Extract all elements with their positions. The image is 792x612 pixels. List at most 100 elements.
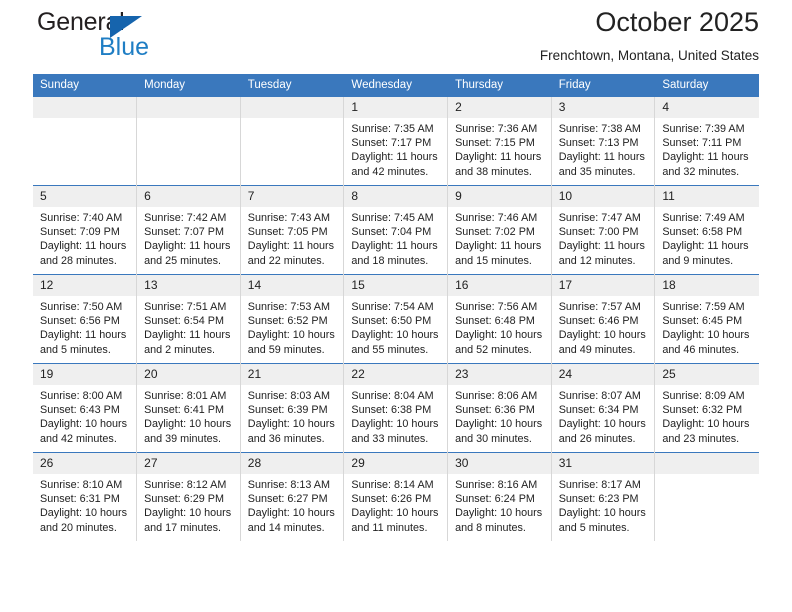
calendar-day-cell[interactable]: 29 Sunrise: 8:14 AM Sunset: 6:26 PM Dayligh…	[343, 452, 449, 541]
calendar-day-cell[interactable]: 14 Sunrise: 7:53 AM Sunset: 6:52 PM Dayligh…	[240, 274, 345, 364]
daylight-text-line1: Daylight: 11 hours	[558, 151, 645, 164]
calendar-day-cell[interactable]: 21 Sunrise: 8:03 AM Sunset: 6:39 PM Dayligh…	[240, 363, 345, 453]
calendar-day-cell[interactable]: 15 Sunrise: 7:54 AM Sunset: 6:50 PM Dayligh…	[343, 274, 449, 364]
day-info: Sunrise: 7:51 AM Sunset: 6:54 PM Daylight:…	[137, 296, 240, 357]
sunrise-text: Sunrise: 8:13 AM	[247, 479, 331, 491]
daylight-text-line2: and 11 minutes.	[351, 521, 428, 534]
calendar-day-cell[interactable]: 3 Sunrise: 7:38 AM Sunset: 7:13 PM Daylight…	[551, 96, 656, 186]
calendar-day-cell[interactable]: 26 Sunrise: 8:10 AM Sunset: 6:31 PM Dayligh…	[33, 452, 138, 541]
calendar-day-cell-empty	[654, 452, 759, 541]
calendar-day-cell[interactable]: 11 Sunrise: 7:49 AM Sunset: 6:58 PM Dayligh…	[654, 185, 759, 275]
daylight-text-line1: Daylight: 10 hours	[144, 507, 232, 520]
calendar-day-cell[interactable]: 17 Sunrise: 7:57 AM Sunset: 6:46 PM Dayligh…	[551, 274, 656, 364]
calendar-day-cell[interactable]: 22 Sunrise: 8:04 AM Sunset: 6:38 PM Dayligh…	[343, 363, 449, 453]
day-number: 17	[551, 275, 655, 296]
calendar-day-cell[interactable]: 31 Sunrise: 8:17 AM Sunset: 6:23 PM Dayligh…	[551, 452, 656, 541]
weekday-header-thursday: Thursday	[447, 74, 552, 97]
calendar-day-cell[interactable]: 20 Sunrise: 8:01 AM Sunset: 6:41 PM Dayligh…	[136, 363, 241, 453]
calendar-day-cell[interactable]: 19 Sunrise: 8:00 AM Sunset: 6:43 PM Dayligh…	[33, 363, 138, 453]
sunrise-text: Sunrise: 7:36 AM	[455, 123, 538, 135]
daylight-text-line2: and 28 minutes.	[40, 254, 117, 267]
calendar-day-cell[interactable]: 23 Sunrise: 8:06 AM Sunset: 6:36 PM Dayligh…	[447, 363, 552, 453]
daylight-text-line2: and 15 minutes.	[455, 254, 532, 267]
daylight-text-line2: and 2 minutes.	[144, 343, 215, 356]
calendar-day-cell[interactable]: 13 Sunrise: 7:51 AM Sunset: 6:54 PM Dayligh…	[136, 274, 241, 364]
day-info: Sunrise: 8:06 AM Sunset: 6:36 PM Daylight:…	[448, 385, 551, 446]
calendar-header-row: Sunday Monday Tuesday Wednesday Thursday Frid…	[33, 74, 759, 97]
sunrise-text: Sunrise: 7:56 AM	[455, 301, 538, 313]
sunrise-text: Sunrise: 7:40 AM	[40, 212, 123, 224]
calendar-day-cell[interactable]: 24 Sunrise: 8:07 AM Sunset: 6:34 PM Dayligh…	[551, 363, 656, 453]
sunrise-text: Sunrise: 7:51 AM	[144, 301, 227, 313]
calendar-day-cell[interactable]: 30 Sunrise: 8:16 AM Sunset: 6:24 PM Dayligh…	[447, 452, 552, 541]
daylight-text-line2: and 18 minutes.	[351, 254, 429, 267]
calendar-day-cell[interactable]: 12 Sunrise: 7:50 AM Sunset: 6:56 PM Dayligh…	[33, 274, 138, 364]
daylight-text-line2: and 22 minutes.	[247, 254, 325, 267]
daylight-text-line1: Daylight: 11 hours	[662, 151, 749, 164]
daylight-text-line1: Daylight: 11 hours	[144, 240, 231, 253]
sunset-text: Sunset: 7:09 PM	[40, 226, 120, 239]
sunset-text: Sunset: 6:32 PM	[662, 404, 743, 417]
daylight-text-line1: Daylight: 10 hours	[662, 418, 750, 431]
day-number: 23	[448, 364, 551, 385]
sunrise-text: Sunrise: 7:50 AM	[40, 301, 123, 313]
day-number: 24	[551, 364, 655, 385]
calendar-day-cell[interactable]: 25 Sunrise: 8:09 AM Sunset: 6:32 PM Dayligh…	[654, 363, 759, 453]
calendar-day-cell[interactable]: 1 Sunrise: 7:35 AM Sunset: 7:17 PM Daylight…	[343, 96, 449, 186]
daylight-text-line1: Daylight: 11 hours	[662, 240, 749, 253]
day-number: 21	[240, 364, 344, 385]
calendar-day-cell[interactable]: 4 Sunrise: 7:39 AM Sunset: 7:11 PM Daylight…	[654, 96, 759, 186]
calendar-day-cell[interactable]: 18 Sunrise: 7:59 AM Sunset: 6:45 PM Dayligh…	[654, 274, 759, 364]
calendar-day-cell[interactable]: 2 Sunrise: 7:36 AM Sunset: 7:15 PM Daylight…	[447, 96, 552, 186]
daylight-text-line2: and 42 minutes.	[351, 165, 429, 178]
calendar-day-cell[interactable]: 10 Sunrise: 7:47 AM Sunset: 7:00 PM Dayligh…	[551, 185, 656, 275]
calendar-day-cell[interactable]: 9 Sunrise: 7:46 AM Sunset: 7:02 PM Daylight…	[447, 185, 552, 275]
calendar-day-cell-empty	[240, 96, 345, 186]
sunset-text: Sunset: 6:29 PM	[144, 493, 224, 506]
sunrise-text: Sunrise: 8:04 AM	[351, 390, 434, 402]
daylight-text-line2: and 39 minutes.	[144, 432, 221, 445]
sunrise-sunset-calendar: Sunday Monday Tuesday Wednesday Thursday Frid…	[33, 74, 759, 541]
calendar-day-cell[interactable]: 7 Sunrise: 7:43 AM Sunset: 7:05 PM Daylight…	[240, 185, 345, 275]
calendar-week-row: 19 Sunrise: 8:00 AM Sunset: 6:43 PM Dayligh…	[33, 363, 759, 453]
daylight-text-line1: Daylight: 11 hours	[247, 240, 335, 253]
day-number: 4	[655, 97, 759, 118]
day-number: 18	[655, 275, 759, 296]
daylight-text-line2: and 23 minutes.	[662, 432, 740, 445]
sunset-text: Sunset: 6:45 PM	[662, 315, 743, 328]
day-number: 12	[33, 275, 137, 296]
sunset-text: Sunset: 6:23 PM	[558, 493, 639, 506]
daylight-text-line2: and 55 minutes.	[351, 343, 429, 356]
day-number: 20	[137, 364, 240, 385]
daylight-text-line2: and 32 minutes.	[662, 165, 740, 178]
daylight-text-line2: and 36 minutes.	[247, 432, 325, 445]
day-info: Sunrise: 8:16 AM Sunset: 6:24 PM Daylight:…	[448, 474, 551, 535]
daylight-text-line1: Daylight: 11 hours	[40, 240, 127, 253]
daylight-text-line2: and 17 minutes.	[144, 521, 221, 534]
day-info: Sunrise: 7:47 AM Sunset: 7:00 PM Daylight:…	[552, 207, 655, 268]
sunrise-text: Sunrise: 7:43 AM	[247, 212, 331, 224]
calendar-day-cell[interactable]: 6 Sunrise: 7:42 AM Sunset: 7:07 PM Daylight…	[136, 185, 241, 275]
sunset-text: Sunset: 6:36 PM	[455, 404, 535, 417]
day-number: 1	[344, 97, 448, 118]
sunset-text: Sunset: 7:05 PM	[247, 226, 328, 239]
sunset-text: Sunset: 7:15 PM	[455, 137, 535, 150]
day-info: Sunrise: 7:45 AM Sunset: 7:04 PM Daylight:…	[344, 207, 447, 268]
calendar-day-cell[interactable]: 16 Sunrise: 7:56 AM Sunset: 6:48 PM Dayligh…	[447, 274, 552, 364]
sunset-text: Sunset: 7:02 PM	[455, 226, 535, 239]
daylight-text-line1: Daylight: 10 hours	[662, 329, 750, 342]
daylight-text-line1: Daylight: 11 hours	[455, 151, 542, 164]
day-number	[33, 97, 137, 118]
sunset-text: Sunset: 6:31 PM	[40, 493, 120, 506]
day-info: Sunrise: 7:39 AM Sunset: 7:11 PM Daylight:…	[655, 118, 758, 179]
sunset-text: Sunset: 7:13 PM	[558, 137, 639, 150]
calendar-day-cell[interactable]: 27 Sunrise: 8:12 AM Sunset: 6:29 PM Dayligh…	[136, 452, 241, 541]
sunset-text: Sunset: 6:46 PM	[558, 315, 639, 328]
day-info: Sunrise: 7:46 AM Sunset: 7:02 PM Daylight:…	[448, 207, 551, 268]
daylight-text-line1: Daylight: 10 hours	[558, 329, 646, 342]
daylight-text-line2: and 30 minutes.	[455, 432, 532, 445]
general-blue-logo[interactable]: General Blue	[37, 8, 227, 66]
calendar-day-cell[interactable]: 5 Sunrise: 7:40 AM Sunset: 7:09 PM Daylight…	[33, 185, 138, 275]
calendar-day-cell[interactable]: 28 Sunrise: 8:13 AM Sunset: 6:27 PM Dayligh…	[240, 452, 345, 541]
calendar-day-cell[interactable]: 8 Sunrise: 7:45 AM Sunset: 7:04 PM Daylight…	[343, 185, 449, 275]
